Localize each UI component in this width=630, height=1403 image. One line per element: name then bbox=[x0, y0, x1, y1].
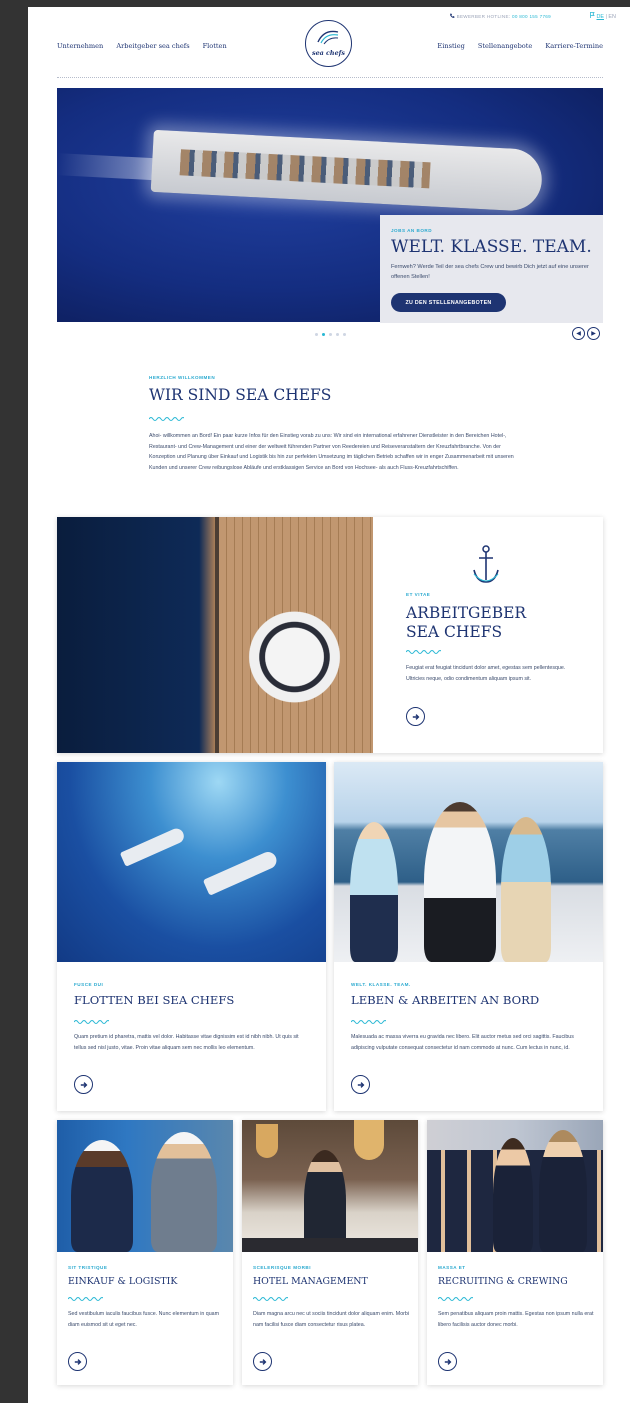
fleet-kicker: FUSCE DUI bbox=[74, 982, 104, 987]
employer-image bbox=[57, 517, 373, 753]
life-text: Malesuada ac massa viverra eu gravida ne… bbox=[351, 1034, 574, 1051]
logistics-more-button[interactable] bbox=[68, 1352, 87, 1371]
slider-dot[interactable] bbox=[343, 333, 346, 336]
recruiting-kicker: MASSA ET bbox=[438, 1265, 466, 1270]
small-card-recruiting: MASSA ET RECRUITING & CREWING Sem penati… bbox=[427, 1120, 603, 1385]
arrow-right-icon: ▶ bbox=[591, 331, 596, 337]
life-title: LEBEN & ARBEITEN AN BORD bbox=[351, 993, 540, 1007]
hotel-more-button[interactable] bbox=[253, 1352, 272, 1371]
logo-text: sea chefs bbox=[312, 49, 345, 57]
hotel-image bbox=[242, 1120, 418, 1252]
logistics-image bbox=[57, 1120, 233, 1252]
wave-divider-icon bbox=[74, 1020, 109, 1024]
employer-card: ET VITAE ARBEITGEBER SEA CHEFS Feugiat e… bbox=[57, 517, 603, 753]
page: BEWERBER HOTLINE: 00 800 155 7769 DE | E… bbox=[28, 7, 630, 1403]
life-more-button[interactable] bbox=[351, 1075, 370, 1094]
life-image bbox=[334, 762, 603, 962]
lang-separator: | bbox=[605, 14, 607, 20]
hotel-kicker: SCELERISQUE MORBI bbox=[253, 1265, 312, 1270]
cruise-ship bbox=[150, 129, 544, 213]
slider-arrows: ◀ ▶ bbox=[572, 327, 600, 340]
nav-left: Unternehmen Arbeitgeber sea chefs Flotte… bbox=[57, 42, 227, 50]
hero-card: JOBS AN BORD WELT. KLASSE. TEAM. Fernweh… bbox=[380, 215, 603, 323]
hotline-label: BEWERBER HOTLINE: bbox=[456, 14, 511, 19]
anchor-icon bbox=[473, 545, 499, 583]
lang-de[interactable]: DE bbox=[597, 14, 605, 20]
arrow-right-icon bbox=[80, 1081, 87, 1088]
welcome-kicker: HERZLICH WILLKOMMEN bbox=[149, 375, 216, 380]
slider-dot[interactable] bbox=[315, 333, 318, 336]
slider-dot[interactable] bbox=[336, 333, 339, 336]
small-card-logistics: SIT TRISTIQUE EINKAUF & LOGISTIK Sed ves… bbox=[57, 1120, 233, 1385]
wave-divider-icon bbox=[253, 1297, 288, 1301]
arrow-right-icon bbox=[357, 1081, 364, 1088]
welcome-title: WIR SIND SEA CHEFS bbox=[149, 386, 332, 404]
employer-more-button[interactable] bbox=[406, 707, 425, 726]
logistics-title: EINKAUF & LOGISTIK bbox=[68, 1276, 178, 1287]
nav-item-flotten[interactable]: Flotten bbox=[203, 42, 227, 50]
welcome-text: Ahoi- willkommen an Bord! Ein paar kurze… bbox=[149, 433, 514, 472]
prev-slide-button[interactable]: ◀ bbox=[572, 327, 585, 340]
employer-kicker: ET VITAE bbox=[406, 592, 431, 597]
hotel-title: HOTEL MANAGEMENT bbox=[253, 1276, 368, 1287]
recruiting-image bbox=[427, 1120, 603, 1252]
logo[interactable]: sea chefs bbox=[305, 20, 352, 67]
hero-title: WELT. KLASSE. TEAM. bbox=[391, 237, 592, 257]
arrow-left-icon: ◀ bbox=[576, 331, 581, 337]
hotline: BEWERBER HOTLINE: 00 800 155 7769 bbox=[449, 13, 551, 19]
nav-right: Einstieg Stellenangebote Karriere-Termin… bbox=[437, 42, 603, 50]
logistics-text: Sed vestibulum iaculis faucibus fusce. N… bbox=[68, 1311, 220, 1328]
nav-item-einstieg[interactable]: Einstieg bbox=[437, 42, 464, 50]
hero-kicker: JOBS AN BORD bbox=[391, 228, 433, 233]
arrow-right-icon bbox=[444, 1358, 451, 1365]
nav-item-arbeitgeber[interactable]: Arbeitgeber sea chefs bbox=[116, 42, 189, 50]
lang-en[interactable]: EN bbox=[608, 14, 616, 20]
wave-divider-icon bbox=[149, 417, 184, 421]
header-divider bbox=[57, 77, 603, 78]
phone-icon bbox=[450, 13, 455, 18]
recruiting-more-button[interactable] bbox=[438, 1352, 457, 1371]
slider-dot[interactable] bbox=[329, 333, 332, 336]
hero-text: Fernweh? Werde Teil der sea chefs Crew u… bbox=[391, 264, 589, 280]
fleet-text: Quam pretium id pharetra, mattis vel dol… bbox=[74, 1034, 299, 1051]
fleet-title: FLOTTEN BEI SEA CHEFS bbox=[74, 993, 235, 1007]
employer-title-line1: ARBEITGEBER bbox=[406, 604, 527, 622]
wave-divider-icon bbox=[406, 650, 441, 654]
language-switch: DE | EN bbox=[590, 12, 616, 20]
fleet-image bbox=[57, 762, 326, 962]
fleet-more-button[interactable] bbox=[74, 1075, 93, 1094]
recruiting-title: RECRUITING & CREWING bbox=[438, 1276, 568, 1287]
flag-icon bbox=[590, 12, 595, 18]
hotel-text: Diam magna arcu nec ut sociis tincidunt … bbox=[253, 1311, 410, 1328]
employer-text: Feugiat erat feugiat tincidunt dolor ame… bbox=[406, 665, 566, 682]
life-card: WELT. KLASSE. TEAM. LEBEN & ARBEITEN AN … bbox=[334, 762, 603, 1111]
fleet-card: FUSCE DUI FLOTTEN BEI SEA CHEFS Quam pre… bbox=[57, 762, 326, 1111]
small-card-hotel: SCELERISQUE MORBI HOTEL MANAGEMENT Diam … bbox=[242, 1120, 418, 1385]
arrow-right-icon bbox=[74, 1358, 81, 1365]
arrow-right-icon bbox=[412, 713, 419, 720]
arrow-right-icon bbox=[259, 1358, 266, 1365]
recruiting-text: Sem penatibus aliquam proin mattis. Eges… bbox=[438, 1311, 594, 1328]
logo-wave-icon bbox=[316, 30, 338, 45]
logistics-kicker: SIT TRISTIQUE bbox=[68, 1265, 108, 1270]
wave-divider-icon bbox=[351, 1020, 386, 1024]
nav-item-stellenangebote[interactable]: Stellenangebote bbox=[478, 42, 532, 50]
jobs-button[interactable]: ZU DEN STELLENANGEBOTEN bbox=[391, 293, 506, 312]
nav-item-karriere-termine[interactable]: Karriere-Termine bbox=[545, 42, 603, 50]
slider-dots bbox=[315, 333, 346, 336]
wave-divider-icon bbox=[68, 1297, 103, 1301]
employer-title-line2: SEA CHEFS bbox=[406, 623, 503, 641]
hotline-number[interactable]: 00 800 155 7769 bbox=[512, 14, 551, 19]
wave-divider-icon bbox=[438, 1297, 473, 1301]
life-kicker: WELT. KLASSE. TEAM. bbox=[351, 982, 411, 987]
nav-item-unternehmen[interactable]: Unternehmen bbox=[57, 42, 103, 50]
slider-dot-active[interactable] bbox=[322, 333, 325, 336]
next-slide-button[interactable]: ▶ bbox=[587, 327, 600, 340]
